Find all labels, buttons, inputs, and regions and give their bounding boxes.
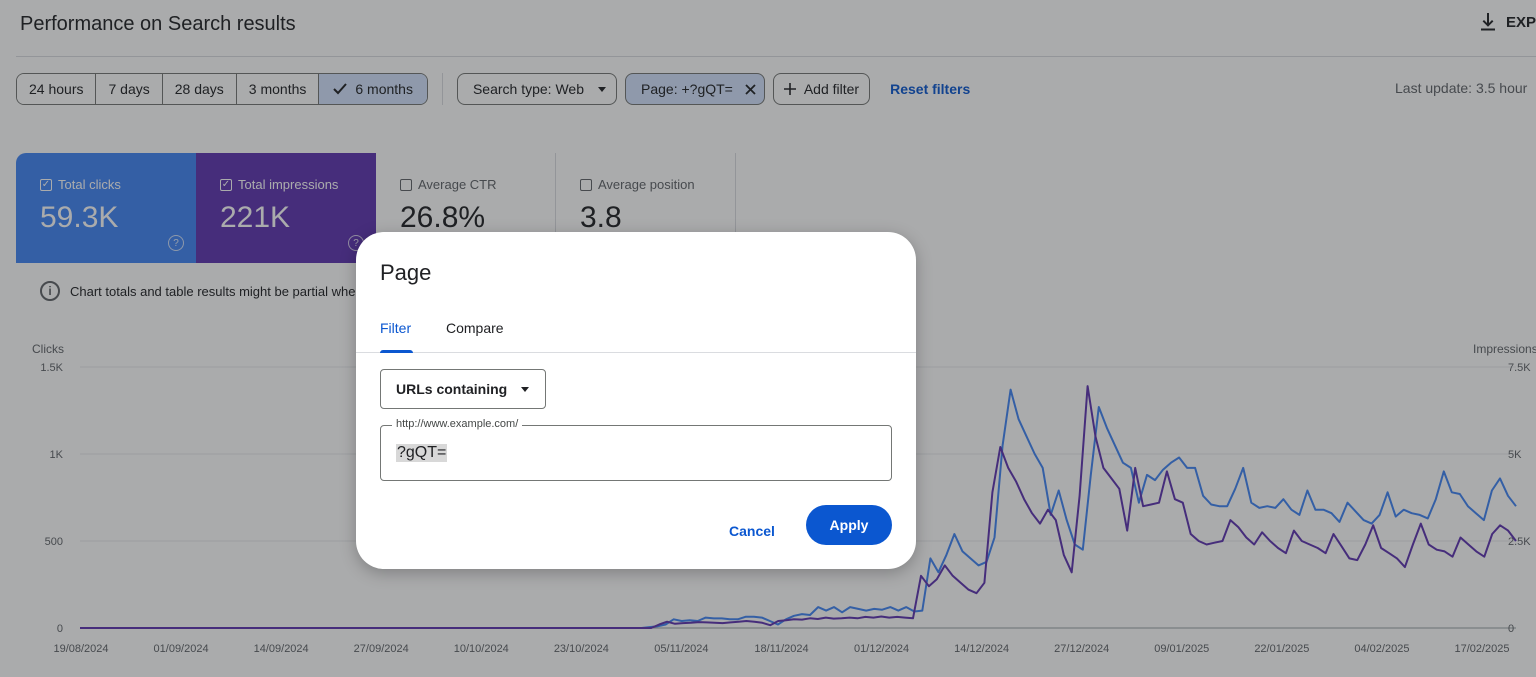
cancel-button[interactable]: Cancel: [729, 515, 775, 547]
apply-button[interactable]: Apply: [806, 505, 892, 545]
dialog-title: Page: [380, 260, 432, 285]
url-field-label: http://www.example.com/: [392, 418, 523, 430]
page-filter-dialog: Page Filter Compare URLs containing http…: [356, 232, 916, 569]
match-type-select[interactable]: URLs containing: [380, 369, 546, 409]
active-tab-indicator: [380, 350, 413, 353]
dropdown-arrow-icon: [521, 387, 529, 392]
dialog-tabs: Filter Compare: [356, 312, 916, 353]
tab-compare[interactable]: Compare: [446, 320, 504, 336]
url-input-value[interactable]: ?gQT=: [396, 444, 448, 462]
tab-filter[interactable]: Filter: [380, 320, 411, 336]
url-field[interactable]: http://www.example.com/ ?gQT=: [380, 418, 892, 481]
match-type-value: URLs containing: [396, 381, 508, 397]
